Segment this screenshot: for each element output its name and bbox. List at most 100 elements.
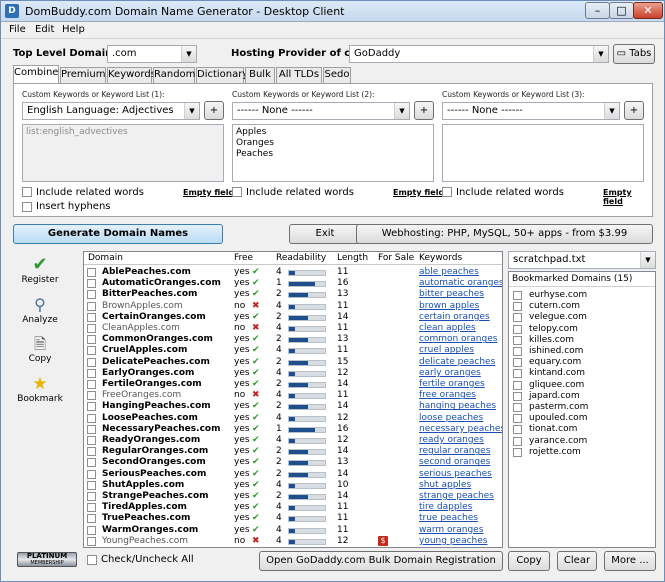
row-checkbox[interactable]	[87, 301, 96, 311]
keywords-link[interactable]: second oranges	[419, 457, 490, 468]
keywords-link[interactable]: tire dapples	[419, 502, 472, 513]
keywords-link[interactable]: certain oranges	[419, 312, 490, 323]
bookmark-checkbox[interactable]	[513, 414, 522, 424]
row-checkbox[interactable]	[87, 312, 96, 322]
keywords-link[interactable]: necessary peaches	[419, 424, 502, 435]
bookmark-checkbox[interactable]	[513, 291, 522, 300]
bookmark-checkbox[interactable]	[513, 425, 522, 435]
table-row[interactable]: SecondOranges.com yes ✔ 2 13 second oranges	[84, 457, 502, 468]
close-button[interactable]: ✕	[633, 2, 663, 19]
bookmark-checkbox[interactable]	[513, 436, 522, 446]
table-row[interactable]: LoosePeaches.com yes ✔ 4 12 loose peaches	[84, 413, 502, 424]
bookmark-checkbox[interactable]	[513, 403, 522, 412]
bulk-registration-button[interactable]: Open GoDaddy.com Bulk Domain Registratio…	[259, 551, 503, 571]
insert-hyphens-checkbox[interactable]	[22, 202, 32, 212]
bookmark-copy-button[interactable]: Copy	[508, 551, 550, 571]
row-checkbox[interactable]	[87, 447, 96, 457]
keywords-link[interactable]: delicate peaches	[419, 357, 495, 368]
tab-sedo[interactable]: Sedo	[323, 67, 351, 83]
add-list-3-button[interactable]: +	[624, 101, 644, 120]
table-row[interactable]: CleanApples.com no ✖ 4 11 clean apples	[84, 323, 502, 334]
table-row[interactable]: BrownApples.com no ✖ 4 11 brown apples	[84, 301, 502, 312]
bookmark-checkbox[interactable]	[513, 335, 522, 345]
row-checkbox[interactable]	[87, 357, 96, 367]
table-row[interactable]: ShutApples.com yes ✔ 4 10 shut apples	[84, 480, 502, 491]
keywords-link[interactable]: early oranges	[419, 368, 481, 379]
generate-button[interactable]: Generate Domain Names	[13, 224, 223, 244]
table-row[interactable]: CertainOranges.com yes ✔ 2 14 certain oranges	[84, 312, 502, 323]
header-readability[interactable]: Readability	[276, 253, 326, 263]
row-checkbox[interactable]	[87, 335, 96, 345]
include-related-3-checkbox[interactable]	[442, 187, 452, 197]
table-row[interactable]: TiredApples.com yes ✔ 4 11 tire dapples	[84, 502, 502, 513]
table-row[interactable]: ReadyOranges.com yes ✔ 4 12 ready oranges	[84, 435, 502, 446]
keywords-link[interactable]: fertile oranges	[419, 379, 485, 390]
bookmark-checkbox[interactable]	[513, 447, 522, 457]
keywords-link[interactable]: true peaches	[419, 513, 478, 524]
row-checkbox[interactable]	[87, 380, 96, 389]
row-checkbox[interactable]	[87, 368, 96, 378]
table-row[interactable]: YoungPeaches.com no ✖ 4 12 $ young peaches	[84, 535, 502, 547]
analyze-action[interactable]: ⚲ Analyze	[15, 295, 65, 325]
bookmark-action[interactable]: ★ Bookmark	[15, 374, 65, 404]
row-checkbox[interactable]	[87, 413, 96, 423]
table-row[interactable]: RegularOranges.com yes ✔ 2 14 regular oranges	[84, 446, 502, 457]
row-checkbox[interactable]	[87, 458, 96, 468]
check-all-checkbox[interactable]	[87, 555, 97, 565]
keyword-list-3-box[interactable]	[442, 124, 644, 182]
tab-dictionary[interactable]: Dictionary	[196, 67, 248, 83]
table-row[interactable]: EarlyOranges.com yes ✔ 4 12 early oranges	[84, 368, 502, 379]
table-row[interactable]: AblePeaches.com yes ✔ 4 11 able peaches	[84, 267, 502, 278]
include-related-1-checkbox[interactable]	[22, 187, 32, 197]
keywords-link[interactable]: bitter peaches	[419, 289, 484, 300]
bookmark-checkbox[interactable]	[513, 369, 522, 379]
keyword-list-1-box[interactable]: list:english_advectives	[22, 124, 224, 182]
for-sale-icon[interactable]: $	[378, 535, 388, 546]
row-checkbox[interactable]	[87, 290, 96, 300]
bookmark-checkbox[interactable]	[513, 302, 522, 312]
keywords-link[interactable]: ready oranges	[419, 435, 484, 446]
keyword-list-3-select[interactable]: ------ None ------ ▼	[442, 102, 620, 120]
keywords-link[interactable]: strange peaches	[419, 491, 494, 502]
hosting-select[interactable]: GoDaddy ▼	[349, 45, 609, 63]
row-checkbox[interactable]	[87, 480, 96, 490]
row-checkbox[interactable]	[87, 279, 96, 289]
tab-combine[interactable]: Combine	[13, 65, 59, 83]
keywords-link[interactable]: serious peaches	[419, 469, 492, 480]
keywords-link[interactable]: loose peaches	[419, 413, 483, 424]
keyword-list-2-box[interactable]: Apples Oranges Peaches	[232, 124, 434, 182]
keyword-list-2-select[interactable]: ------ None ------ ▼	[232, 102, 410, 120]
empty-field-1-link[interactable]: Empty field	[183, 188, 234, 197]
keywords-link[interactable]: brown apples	[419, 301, 479, 312]
table-row[interactable]: StrangePeaches.com yes ✔ 2 14 strange peaches	[84, 491, 502, 502]
keywords-link[interactable]: cruel apples	[419, 345, 474, 356]
tab-bulk[interactable]: Bulk	[245, 67, 275, 83]
header-forsale[interactable]: For Sale	[378, 253, 414, 263]
empty-field-3-link[interactable]: Empty field	[603, 188, 652, 206]
tld-select[interactable]: .com ▼	[107, 45, 197, 63]
tabs-button[interactable]: ▭ Tabs	[613, 44, 655, 64]
scratchpad-select[interactable]: scratchpad.txt ▼	[508, 251, 656, 269]
row-checkbox[interactable]	[87, 503, 96, 513]
tab-keywords[interactable]: Keywords	[107, 67, 156, 83]
keywords-link[interactable]: regular oranges	[419, 446, 490, 457]
row-checkbox[interactable]	[87, 492, 96, 501]
table-row[interactable]: HangingPeaches.com yes ✔ 2 14 hanging peaches	[84, 401, 502, 412]
empty-field-2-link[interactable]: Empty field	[393, 188, 444, 197]
row-checkbox[interactable]	[87, 514, 96, 524]
add-list-2-button[interactable]: +	[414, 101, 434, 120]
bookmark-checkbox[interactable]	[513, 324, 522, 334]
header-keywords[interactable]: Keywords	[419, 253, 462, 263]
bookmark-checkbox[interactable]	[513, 313, 522, 323]
keywords-link[interactable]: clean apples	[419, 323, 476, 334]
keywords-link[interactable]: able peaches	[419, 267, 479, 278]
row-checkbox[interactable]	[87, 469, 96, 479]
keywords-link[interactable]: common oranges	[419, 334, 497, 345]
row-checkbox[interactable]	[87, 391, 96, 401]
keywords-link[interactable]: free oranges	[419, 390, 476, 401]
bookmark-checkbox[interactable]	[513, 391, 522, 401]
bookmark-checkbox[interactable]	[513, 380, 522, 390]
table-row[interactable]: SeriousPeaches.com yes ✔ 2 14 serious peaches	[84, 469, 502, 480]
table-row[interactable]: CommonOranges.com yes ✔ 2 13 common oranges	[84, 334, 502, 345]
table-row[interactable]: BitterPeaches.com yes ✔ 2 13 bitter peaches	[84, 289, 502, 300]
